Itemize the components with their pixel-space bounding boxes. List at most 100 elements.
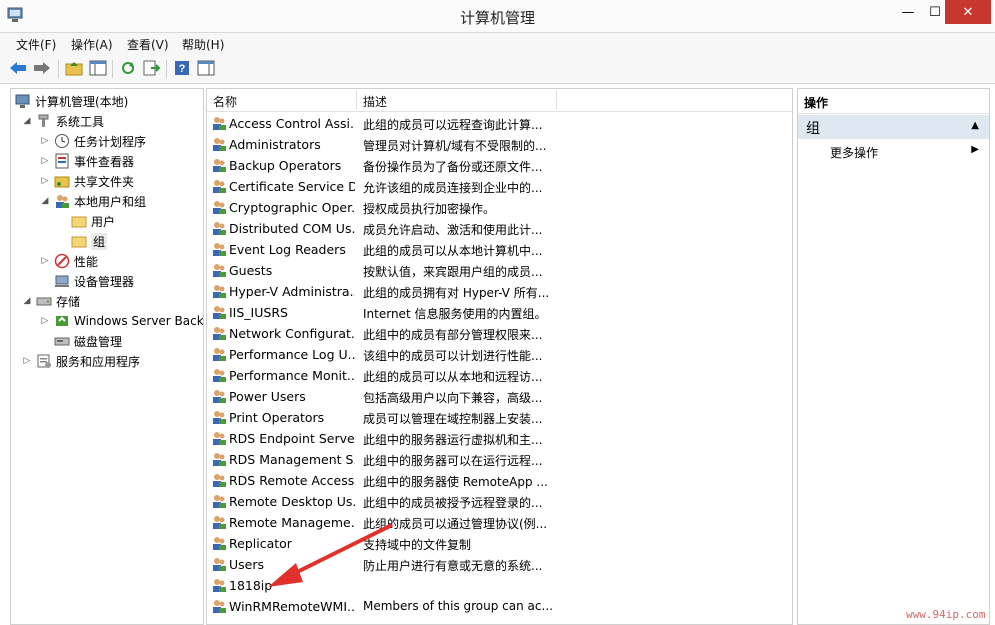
tree-item-label: 事件查看器 [74, 154, 135, 169]
services-icon [36, 353, 52, 369]
tree-item-performance[interactable]: ▷ 性能 [39, 251, 98, 271]
collapse-triangle-icon[interactable]: ▲ [971, 120, 979, 131]
table-row[interactable]: Power Users 包括高级用户以向下兼容，高级... [207, 386, 792, 407]
table-row[interactable]: IIS_IUSRS Internet 信息服务使用的内置组。 [207, 302, 792, 323]
group-icon [213, 579, 226, 592]
menu-view[interactable]: 查看(V) [127, 36, 169, 53]
table-row[interactable]: RDS Remote Access... 此组中的服务器使 RemoteApp .… [207, 470, 792, 491]
title-bar: 计算机管理 — ☐ ✕ [0, 0, 995, 33]
table-row[interactable]: Replicator 支持域中的文件复制 [207, 533, 792, 554]
more-actions-item[interactable]: 更多操作 ▶ [798, 141, 989, 161]
table-row[interactable]: RDS Endpoint Serve... 此组中的服务器运行虚拟机和主... [207, 428, 792, 449]
tree-item-label: 组 [91, 232, 108, 250]
group-description: 此组的成员可以从本地计算机中... [363, 244, 543, 258]
table-row[interactable]: 1818ip [207, 575, 792, 596]
group-icon [213, 138, 226, 151]
column-header-description[interactable]: 描述 [363, 93, 387, 110]
table-row[interactable]: Hyper-V Administra... 此组的成员拥有对 Hyper-V 所有… [207, 281, 792, 302]
table-row[interactable]: Remote Manageme... 此组的成员可以通过管理协议(例... [207, 512, 792, 533]
collapsed-chevron-icon[interactable]: ▷ [21, 355, 33, 367]
group-description: 成员可以管理在域控制器上安装... [363, 412, 543, 426]
group-name: Distributed COM Us... [229, 221, 355, 236]
table-row[interactable]: Performance Log U... 该组中的成员可以计划进行性能... [207, 344, 792, 365]
forward-arrow-icon[interactable] [32, 58, 52, 78]
group-name: Access Control Assi... [229, 116, 355, 131]
tree-item-label: 设备管理器 [74, 274, 135, 289]
back-arrow-icon[interactable] [8, 58, 28, 78]
help-icon[interactable]: ? [172, 58, 192, 78]
table-row[interactable]: Guests 按默认值，来宾跟用户组的成员... [207, 260, 792, 281]
column-divider[interactable] [556, 91, 557, 109]
table-row[interactable]: Access Control Assi... 此组的成员可以远程查询此计算... [207, 113, 792, 134]
group-icon [213, 348, 226, 361]
group-name: Administrators [229, 137, 321, 152]
close-button[interactable]: ✕ [945, 0, 991, 24]
collapsed-chevron-icon[interactable]: ▷ [39, 175, 51, 187]
group-description: 允许该组的成员连接到企业中的... [363, 181, 543, 195]
table-row[interactable]: Print Operators 成员可以管理在域控制器上安装... [207, 407, 792, 428]
actions-section-groups[interactable]: 组 ▲ [798, 115, 989, 139]
table-row[interactable]: Backup Operators 备份操作员为了备份或还原文件... [207, 155, 792, 176]
table-row[interactable]: RDS Management S... 此组中的服务器可以在运行远程... [207, 449, 792, 470]
table-row[interactable]: Distributed COM Us... 成员允许启动、激活和使用此计... [207, 218, 792, 239]
expanded-chevron-icon[interactable]: ◢ [21, 115, 33, 127]
group-description: Internet 信息服务使用的内置组。 [363, 307, 547, 321]
menu-bar: 文件(F) 操作(A) 查看(V) 帮助(H) [0, 33, 995, 55]
expanded-chevron-icon[interactable]: ◢ [21, 295, 33, 307]
show-action-pane-icon[interactable] [196, 58, 216, 78]
show-tree-icon[interactable] [88, 58, 108, 78]
group-icon [213, 432, 226, 445]
table-row[interactable]: Event Log Readers 此组的成员可以从本地计算机中... [207, 239, 792, 260]
export-list-icon[interactable] [142, 58, 162, 78]
group-icon [213, 201, 226, 214]
tree-item-device-manager[interactable]: 设备管理器 [54, 271, 134, 291]
tree-item-label: 用户 [91, 214, 116, 229]
table-row[interactable]: Users 防止用户进行有意或无意的系统... [207, 554, 792, 575]
tree-item-shared-folders[interactable]: ▷ 共享文件夹 [39, 171, 134, 191]
watermark: www.94ip.com [906, 608, 986, 621]
table-row[interactable]: Network Configurat... 此组中的成员有部分管理权限来... [207, 323, 792, 344]
tree-item-services-apps[interactable]: ▷ 服务和应用程序 [21, 351, 140, 371]
column-divider[interactable] [356, 91, 357, 109]
table-row[interactable]: WinRMRemoteWMI... Members of this group c… [207, 596, 792, 617]
tree-item-label: 共享文件夹 [74, 174, 135, 189]
table-row[interactable]: Administrators 管理员对计算机/域有不受限制的... [207, 134, 792, 155]
window-title: 计算机管理 [459, 9, 535, 27]
group-icon [213, 306, 226, 319]
collapsed-chevron-icon[interactable]: ▷ [39, 155, 51, 167]
tree-item-event-viewer[interactable]: ▷ 事件查看器 [39, 151, 134, 171]
up-folder-icon[interactable] [64, 58, 84, 78]
table-row[interactable]: Certificate Service D... 允许该组的成员连接到企业中的..… [207, 176, 792, 197]
menu-action[interactable]: 操作(A) [71, 36, 113, 53]
tree-item-system-tools[interactable]: ◢ 系统工具 [21, 111, 104, 131]
menu-help[interactable]: 帮助(H) [182, 36, 224, 53]
collapsed-chevron-icon[interactable]: ▷ [39, 135, 51, 147]
shared-folder-icon [54, 173, 70, 189]
tree-item-root[interactable]: 计算机管理(本地) [15, 91, 128, 111]
tree-item-groups[interactable]: 组 [71, 231, 108, 251]
collapsed-chevron-icon[interactable]: ▷ [39, 315, 51, 327]
column-header-name[interactable]: 名称 [213, 93, 237, 110]
expanded-chevron-icon[interactable]: ◢ [39, 195, 51, 207]
refresh-icon[interactable] [118, 58, 138, 78]
table-row[interactable]: Cryptographic Oper... 授权成员执行加密操作。 [207, 197, 792, 218]
users-icon [54, 193, 70, 209]
tree-item-users[interactable]: 用户 [71, 211, 115, 231]
group-name: RDS Management S... [229, 452, 355, 467]
tree-item-disk-management[interactable]: 磁盘管理 [54, 331, 122, 351]
group-name: RDS Remote Access... [229, 473, 355, 488]
tree-item-storage[interactable]: ◢ 存储 [21, 291, 80, 311]
group-description: 此组的成员拥有对 Hyper-V 所有... [363, 286, 550, 300]
group-name: Remote Manageme... [229, 515, 355, 530]
table-row[interactable]: Remote Desktop Us... 此组中的成员被授予远程登录的... [207, 491, 792, 512]
tree-item-task-scheduler[interactable]: ▷ 任务计划程序 [39, 131, 146, 151]
actions-section-label: 组 [806, 121, 820, 137]
group-icon [213, 453, 226, 466]
collapsed-chevron-icon[interactable]: ▷ [39, 255, 51, 267]
table-row[interactable]: Performance Monit... 此组的成员可以从本地和远程访... [207, 365, 792, 386]
menu-file[interactable]: 文件(F) [16, 36, 56, 53]
tree-item-local-users-groups[interactable]: ◢ 本地用户和组 [39, 191, 146, 211]
tree-item-windows-server-backup[interactable]: ▷ Windows Server Back [39, 311, 203, 331]
group-name: Certificate Service D... [229, 179, 355, 194]
group-name: Performance Log U... [229, 347, 355, 362]
